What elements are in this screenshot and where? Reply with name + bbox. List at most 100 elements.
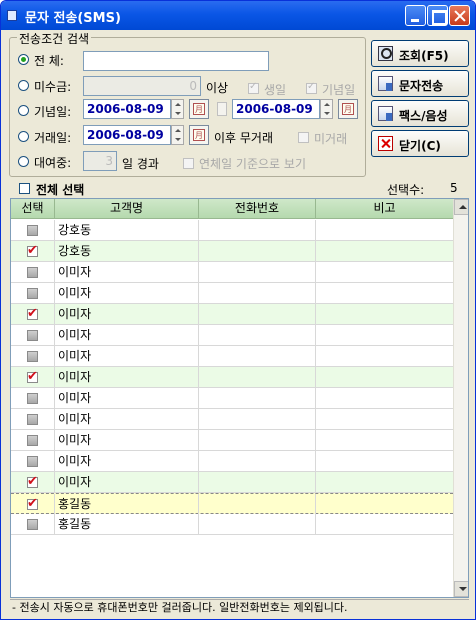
- trade-date-spinner[interactable]: [171, 125, 184, 145]
- row-checkbox[interactable]: [27, 330, 38, 341]
- anniv-to-spinner[interactable]: [320, 99, 333, 119]
- unpaid-amount-input[interactable]: 0: [83, 76, 201, 96]
- select-cell[interactable]: [11, 409, 55, 430]
- scroll-up-icon[interactable]: [454, 199, 468, 215]
- phone-cell: [199, 472, 316, 493]
- no-trade-label: 미거래: [314, 132, 348, 146]
- calendar-icon[interactable]: 月: [189, 99, 209, 119]
- table-row[interactable]: 이미자: [11, 304, 453, 325]
- sms-window: 문자 전송(SMS) 전송조건 검색 전 체: 미수금: 0 이상 생일 기념일…: [0, 0, 476, 620]
- table-row[interactable]: 강호동: [11, 220, 453, 241]
- anniv-from-date-input[interactable]: 2006-08-09: [83, 99, 171, 119]
- row-checkbox[interactable]: [27, 369, 38, 384]
- maximize-icon[interactable]: [427, 5, 448, 26]
- select-all-label: 전체 선택: [36, 183, 85, 197]
- row-checkbox[interactable]: [27, 435, 38, 446]
- select-cell[interactable]: [11, 241, 55, 262]
- customer-name-cell: 이미자: [55, 430, 199, 451]
- table-row[interactable]: 강호동: [11, 241, 453, 262]
- select-cell[interactable]: [11, 346, 55, 367]
- row-checkbox[interactable]: [27, 414, 38, 425]
- customer-name-cell: 이미자: [55, 283, 199, 304]
- note-cell: [316, 346, 453, 367]
- select-cell[interactable]: [11, 220, 55, 241]
- customer-name-cell: 강호동: [55, 220, 199, 241]
- radio-unpaid[interactable]: [18, 80, 29, 91]
- minimize-icon[interactable]: [405, 5, 426, 26]
- row-checkbox[interactable]: [27, 225, 38, 236]
- table-row[interactable]: 홍길동: [11, 493, 453, 515]
- radio-all[interactable]: [18, 54, 29, 65]
- select-cell[interactable]: [11, 388, 55, 409]
- phone-cell: [199, 283, 316, 304]
- radio-trade[interactable]: [18, 131, 29, 142]
- table-row[interactable]: 이미자: [11, 451, 453, 472]
- table-row[interactable]: 홍길동: [11, 514, 453, 535]
- title-bar[interactable]: 문자 전송(SMS): [1, 1, 475, 30]
- table-row[interactable]: 이미자: [11, 472, 453, 493]
- customer-name-cell: 이미자: [55, 409, 199, 430]
- vertical-scrollbar[interactable]: [453, 199, 468, 597]
- no-trade-checkbox[interactable]: [298, 132, 309, 143]
- table-row[interactable]: 이미자: [11, 346, 453, 367]
- close-window-icon[interactable]: [449, 5, 470, 26]
- select-cell[interactable]: [11, 514, 55, 535]
- row-checkbox[interactable]: [27, 474, 38, 489]
- select-cell[interactable]: [11, 451, 55, 472]
- close-button[interactable]: 닫기(C): [371, 130, 469, 157]
- anniv-from-spinner[interactable]: [171, 99, 184, 119]
- note-cell: [316, 430, 453, 451]
- window-title: 문자 전송(SMS): [25, 11, 121, 26]
- table-row[interactable]: 이미자: [11, 283, 453, 304]
- table-row[interactable]: 이미자: [11, 409, 453, 430]
- table-row[interactable]: 이미자: [11, 325, 453, 346]
- row-checkbox[interactable]: [27, 267, 38, 278]
- calendar-icon[interactable]: 月: [189, 125, 209, 145]
- row-checkbox[interactable]: [27, 243, 38, 258]
- trade-date-label: 거래일:: [34, 131, 72, 145]
- select-cell[interactable]: [11, 367, 55, 388]
- column-header-select[interactable]: 선택: [11, 199, 55, 219]
- column-header-note[interactable]: 비고: [316, 199, 453, 219]
- note-cell: [316, 409, 453, 430]
- phone-cell: [199, 367, 316, 388]
- anniversary-checkbox[interactable]: [306, 81, 317, 94]
- select-cell[interactable]: [11, 325, 55, 346]
- select-all-checkbox[interactable]: [19, 183, 30, 194]
- select-cell[interactable]: [11, 304, 55, 325]
- row-checkbox[interactable]: [27, 288, 38, 299]
- all-input[interactable]: [83, 51, 269, 71]
- customer-name-cell: 이미자: [55, 472, 199, 493]
- table-row[interactable]: 이미자: [11, 262, 453, 283]
- rental-days-input[interactable]: 3: [83, 151, 117, 171]
- phone-cell: [199, 494, 316, 515]
- fax-voice-button[interactable]: 팩스/음성: [371, 100, 469, 127]
- table-row[interactable]: 이미자: [11, 430, 453, 451]
- anniv-to-date-input[interactable]: 2006-08-09: [232, 99, 320, 119]
- search-button[interactable]: 조회(F5): [371, 40, 469, 67]
- send-sms-button[interactable]: 문자전송: [371, 70, 469, 97]
- select-cell[interactable]: [11, 494, 55, 515]
- select-cell[interactable]: [11, 472, 55, 493]
- column-header-name[interactable]: 고객명: [55, 199, 199, 219]
- row-checkbox[interactable]: [27, 519, 38, 530]
- overdue-checkbox[interactable]: [183, 158, 194, 169]
- radio-anniversary[interactable]: [18, 105, 29, 116]
- row-checkbox[interactable]: [27, 393, 38, 404]
- select-cell[interactable]: [11, 283, 55, 304]
- scroll-down-icon[interactable]: [454, 581, 468, 597]
- calendar-icon[interactable]: 月: [338, 99, 358, 119]
- note-cell: [316, 451, 453, 472]
- row-checkbox[interactable]: [27, 456, 38, 467]
- row-checkbox[interactable]: [27, 496, 38, 511]
- column-header-phone[interactable]: 전화번호: [199, 199, 316, 219]
- row-checkbox[interactable]: [27, 306, 38, 321]
- row-checkbox[interactable]: [27, 351, 38, 362]
- birthday-checkbox[interactable]: [248, 81, 259, 94]
- select-cell[interactable]: [11, 262, 55, 283]
- trade-date-input[interactable]: 2006-08-09: [83, 125, 171, 145]
- select-cell[interactable]: [11, 430, 55, 451]
- radio-rental[interactable]: [18, 156, 29, 167]
- table-row[interactable]: 이미자: [11, 388, 453, 409]
- table-row[interactable]: 이미자: [11, 367, 453, 388]
